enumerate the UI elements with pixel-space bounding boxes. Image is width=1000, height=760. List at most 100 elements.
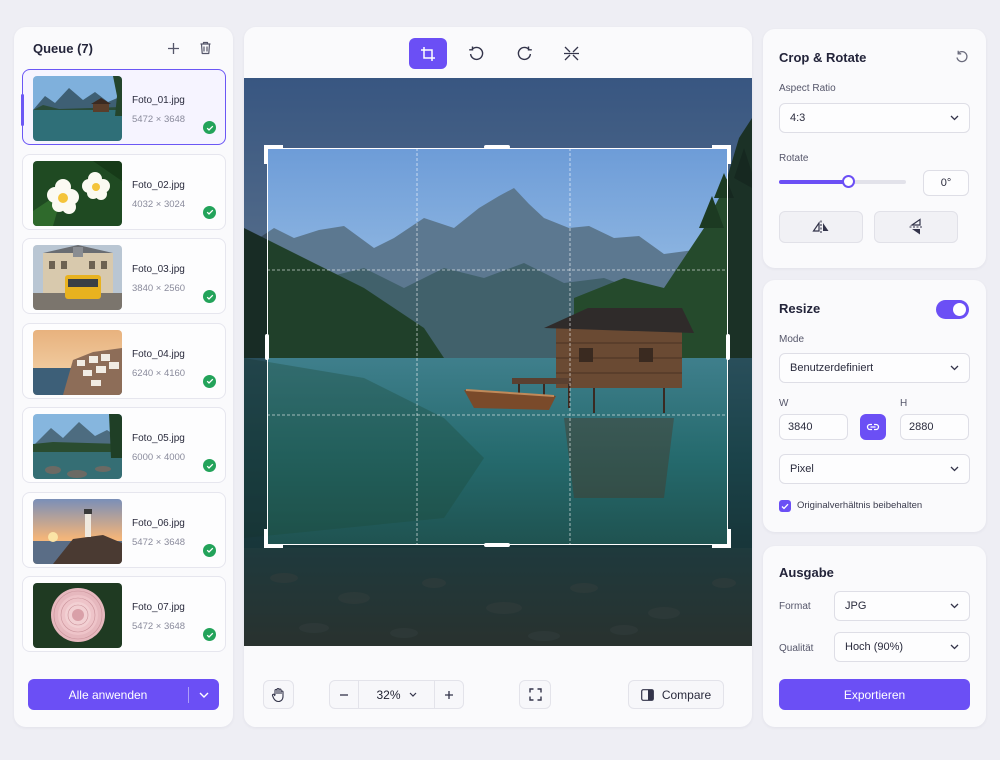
zoom-out-button[interactable]	[330, 681, 358, 708]
crop-rotate-title: Crop & Rotate	[779, 50, 867, 65]
flip-tool-button[interactable]	[552, 38, 590, 69]
file-name: Foto_06.jpg	[132, 517, 185, 529]
check-icon	[203, 374, 216, 388]
keep-ratio-label[interactable]: Originalverhältnis beibehalten	[797, 500, 922, 511]
apply-all-button[interactable]: Alle anwenden	[28, 679, 219, 710]
check-icon	[203, 628, 216, 641]
aspect-ratio-value: 4:3	[790, 112, 806, 124]
link-icon	[866, 423, 880, 431]
rotate-right-icon	[517, 46, 532, 61]
file-name: Foto_02.jpg	[132, 179, 185, 191]
keep-ratio-checkbox[interactable]	[779, 500, 791, 512]
apply-all-label: Alle anwenden	[68, 687, 148, 702]
file-dimensions: 6240 × 4160	[132, 367, 186, 379]
queue-item[interactable]: Foto_05.jpg 6000 × 4000	[22, 407, 226, 483]
height-input[interactable]: 2880	[900, 414, 969, 440]
rotate-slider[interactable]	[779, 175, 906, 188]
queue-item[interactable]: Foto_01.jpg 5472 × 3648	[21, 69, 226, 145]
chevron-down-icon	[950, 644, 959, 650]
resize-panel: Resize Mode Benutzerdefiniert W H 3840 2…	[763, 280, 986, 532]
check-icon	[203, 121, 216, 134]
reset-icon[interactable]	[955, 50, 969, 69]
file-dimensions: 3840 × 2560	[132, 283, 186, 294]
thumbnail-dahlia	[33, 583, 122, 648]
file-dimensions: 5472 × 3648	[132, 536, 186, 548]
check-icon	[203, 543, 216, 557]
rotate-value-input[interactable]: 0°	[923, 170, 969, 196]
width-value: 3840	[788, 421, 813, 433]
rotate-value: 0°	[940, 177, 952, 189]
flip-horizontal-button[interactable]	[779, 211, 863, 243]
chevron-down-icon	[409, 692, 416, 697]
check-icon	[203, 290, 216, 303]
quality-select[interactable]: Hoch (90%)	[834, 632, 970, 662]
queue-list: Foto_01.jpg 5472 × 3648 Foto_02.jpg 4032…	[21, 69, 226, 661]
add-icon[interactable]	[164, 39, 182, 57]
rotate-left-icon	[468, 46, 483, 61]
image-canvas[interactable]	[244, 78, 752, 646]
export-label: Exportieren	[843, 687, 906, 702]
mode-select[interactable]: Benutzerdefiniert	[779, 353, 970, 383]
width-input[interactable]: 3840	[779, 414, 848, 440]
aspect-ratio-select[interactable]: 4:3	[779, 103, 970, 133]
compare-button[interactable]: Compare	[628, 680, 724, 709]
format-select[interactable]: JPG	[834, 591, 970, 621]
link-dimensions-button[interactable]	[860, 414, 886, 440]
queue-item[interactable]: Foto_02.jpg 4032 × 3024	[22, 153, 226, 230]
resize-title: Resize	[779, 301, 821, 316]
zoom-in-button[interactable]	[435, 681, 463, 708]
fit-screen-button[interactable]	[519, 680, 551, 709]
file-name: Foto_04.jpg	[132, 348, 185, 360]
file-name: Foto_07.jpg	[132, 602, 185, 613]
fullscreen-icon	[528, 688, 542, 701]
mode-label: Mode	[779, 334, 805, 345]
file-dimensions: 6000 × 4000	[132, 452, 186, 463]
export-button[interactable]: Exportieren	[779, 679, 970, 710]
file-name: Foto_05.jpg	[132, 433, 185, 444]
zoom-level: 32%	[376, 687, 401, 702]
crop-box[interactable]	[244, 78, 752, 646]
check-icon	[203, 205, 216, 219]
chevron-down-icon	[950, 365, 959, 371]
width-label: W	[779, 398, 789, 409]
check-icon	[203, 459, 216, 472]
flip-vertical-button[interactable]	[874, 211, 958, 243]
queue-panel: Queue (7) Foto_01.jpg 5472 × 3648 Foto_0…	[14, 27, 233, 727]
crop-tool-button[interactable]	[409, 38, 447, 69]
quality-label: Qualität	[779, 643, 814, 654]
rotate-left-button[interactable]	[457, 38, 495, 69]
queue-item[interactable]: Foto_03.jpg 3840 × 2560	[22, 238, 226, 314]
quality-value: Hoch (90%)	[845, 641, 904, 653]
queue-item[interactable]: Foto_07.jpg 5472 × 3648	[22, 576, 226, 652]
zoom-control: 32%	[329, 680, 464, 709]
queue-item[interactable]: Foto_06.jpg 5472 × 3648	[22, 491, 226, 568]
pan-tool-button[interactable]	[263, 680, 294, 709]
crop-rotate-panel: Crop & Rotate Aspect Ratio 4:3 Rotate 0°	[763, 29, 986, 268]
queue-title: Queue (7)	[33, 41, 93, 56]
resize-toggle[interactable]	[936, 300, 969, 319]
output-title: Ausgabe	[779, 565, 834, 580]
file-dimensions: 4032 × 3024	[132, 198, 186, 210]
check-icon	[781, 503, 789, 509]
thumbnail-lighthouse	[33, 498, 122, 564]
slider-handle[interactable]	[841, 175, 855, 188]
rotate-right-button[interactable]	[505, 38, 543, 69]
plus-icon	[445, 690, 453, 699]
zoom-level-select[interactable]: 32%	[358, 681, 435, 708]
thumbnail-tram	[33, 245, 122, 310]
format-label: Format	[779, 601, 811, 612]
thumbnail-flowers	[33, 160, 122, 226]
trash-icon[interactable]	[196, 39, 214, 57]
file-name: Foto_01.jpg	[132, 95, 185, 106]
chevron-down-icon	[950, 115, 959, 121]
thumbnail-mountain-river	[33, 414, 122, 479]
chevron-down-icon[interactable]	[189, 692, 219, 698]
queue-item[interactable]: Foto_04.jpg 6240 × 4160	[22, 322, 226, 399]
mode-value: Benutzerdefiniert	[790, 362, 874, 374]
height-label: H	[900, 398, 908, 409]
output-panel: Ausgabe Format JPG Qualität Hoch (90%) E…	[763, 546, 986, 727]
rotate-label: Rotate	[779, 153, 809, 164]
slider-fill	[779, 180, 848, 184]
unit-select[interactable]: Pixel	[779, 454, 970, 484]
compare-label: Compare	[661, 687, 712, 702]
